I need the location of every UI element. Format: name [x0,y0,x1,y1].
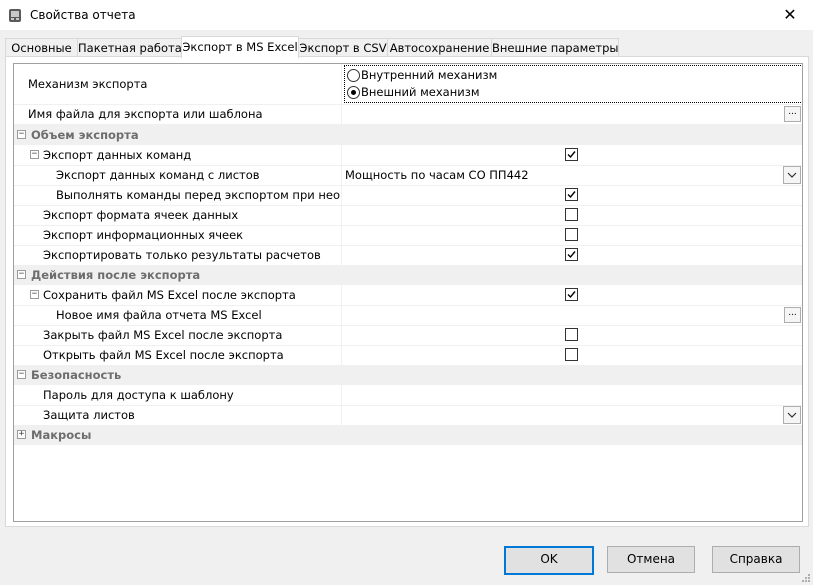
checkbox-open-file[interactable] [565,348,578,361]
prop-label: Пароль для доступа к шаблону [43,388,234,402]
prop-row-export-mechanism: Механизм экспорта Внутренний механизм Вн… [14,64,802,105]
tab-export-excel[interactable]: Экспорт в MS Excel [181,36,299,58]
category-label: Действия после экспорта [31,268,201,282]
prop-label: Закрыть файл MS Excel после экспорта [43,328,283,342]
prop-label: Механизм экспорта [28,77,148,91]
expand-icon[interactable]: + [17,430,26,439]
tab-panel: Механизм экспорта Внутренний механизм Вн… [5,56,809,527]
tab-batch[interactable]: Пакетная работа [77,38,182,57]
chevron-down-icon [787,172,797,178]
collapse-icon[interactable]: − [17,370,26,379]
checkbox-export-results[interactable] [565,248,578,261]
tab-main[interactable]: Основные [5,38,78,57]
radio-external[interactable] [347,86,360,99]
category-export-volume[interactable]: − Объем экспорта [14,125,802,145]
prop-label: Экспортировать только результаты расчето… [43,248,321,262]
prop-row-file-name[interactable]: Имя файла для экспорта или шаблона ... [14,104,802,125]
title-bar: Свойства отчета ✕ [0,0,813,30]
prop-row-export-info[interactable]: Экспорт информационных ячеек [14,225,802,246]
checkbox-close-file[interactable] [565,328,578,341]
radio-external-label[interactable]: Внешний механизм [361,85,480,99]
prop-label: Новое имя файла отчета MS Excel [56,308,262,322]
help-button[interactable]: Справка [712,546,800,573]
category-macros[interactable]: + Макросы [14,425,802,445]
prop-label: Экспорт формата ячеек данных [43,208,239,222]
prop-label: Выполнять команды перед экспортом при не… [56,188,340,202]
prop-row-export-sheets[interactable]: Экспорт данных команд с листов Мощность … [14,165,802,186]
collapse-icon[interactable]: − [17,270,26,279]
tab-external-params[interactable]: Внешние параметры [491,38,619,57]
checkbox-export-info[interactable] [565,228,578,241]
browse-button[interactable]: ... [784,106,801,122]
prop-label: Открыть файл MS Excel после экспорта [43,348,284,362]
dropdown-button[interactable] [783,166,801,184]
radio-selected-dot [351,90,356,95]
checkbox-export-commands[interactable] [565,148,578,161]
collapse-icon[interactable]: − [30,290,39,299]
category-label: Объем экспорта [31,128,139,142]
prop-row-open-file[interactable]: Открыть файл MS Excel после экспорта [14,345,802,366]
prop-row-close-file[interactable]: Закрыть файл MS Excel после экспорта [14,325,802,346]
resize-grip-icon[interactable] [801,573,811,583]
prop-row-new-file-name[interactable]: Новое имя файла отчета MS Excel ... [14,305,802,326]
category-after-export[interactable]: − Действия после экспорта [14,265,802,285]
check-icon [567,291,576,299]
collapse-icon[interactable]: − [17,130,26,139]
prop-label: Защита листов [43,408,135,422]
radio-internal[interactable] [347,69,360,82]
checkbox-save-file[interactable] [565,288,578,301]
prop-row-run-commands[interactable]: Выполнять команды перед экспортом при не… [14,185,802,206]
prop-row-sheet-protection[interactable]: Защита листов [14,405,802,426]
prop-row-export-format[interactable]: Экспорт формата ячеек данных [14,205,802,226]
check-icon [567,151,576,159]
prop-label: Имя файла для экспорта или шаблона [28,107,263,121]
close-icon[interactable]: ✕ [767,0,813,30]
cancel-button[interactable]: Отмена [607,546,695,573]
category-label: Макросы [31,428,92,442]
category-label: Безопасность [31,368,122,382]
browse-button[interactable]: ... [784,307,801,323]
ok-button[interactable]: OK [504,546,594,575]
prop-row-save-file[interactable]: − Сохранить файл MS Excel после экспорта [14,285,802,306]
collapse-icon[interactable]: − [30,150,39,159]
prop-label: Экспорт данных команд [43,148,192,162]
window-title: Свойства отчета [30,8,136,22]
dropdown-button[interactable] [783,406,801,424]
prop-row-template-password[interactable]: Пароль для доступа к шаблону [14,385,802,406]
tab-autosave[interactable]: Автосохранение [387,38,492,57]
check-icon [567,251,576,259]
property-grid: Механизм экспорта Внутренний механизм Вн… [13,63,803,522]
checkbox-export-format[interactable] [565,208,578,221]
checkbox-run-commands[interactable] [565,188,578,201]
tab-export-csv[interactable]: Экспорт в CSV [298,38,388,57]
prop-row-export-results[interactable]: Экспортировать только результаты расчето… [14,245,802,266]
prop-row-export-commands[interactable]: − Экспорт данных команд [14,145,802,166]
radio-internal-label[interactable]: Внутренний механизм [361,68,497,82]
prop-label: Экспорт информационных ячеек [43,228,244,242]
category-security[interactable]: − Безопасность [14,365,802,385]
check-icon [567,191,576,199]
chevron-down-icon [787,412,797,418]
export-mechanism-radio-group: Внутренний механизм Внешний механизм [344,65,802,103]
export-sheets-value[interactable]: Мощность по часам СО ПП442 [345,168,529,182]
prop-label: Экспорт данных команд с листов [56,168,260,182]
app-icon [9,9,21,22]
prop-label: Сохранить файл MS Excel после экспорта [43,288,296,302]
